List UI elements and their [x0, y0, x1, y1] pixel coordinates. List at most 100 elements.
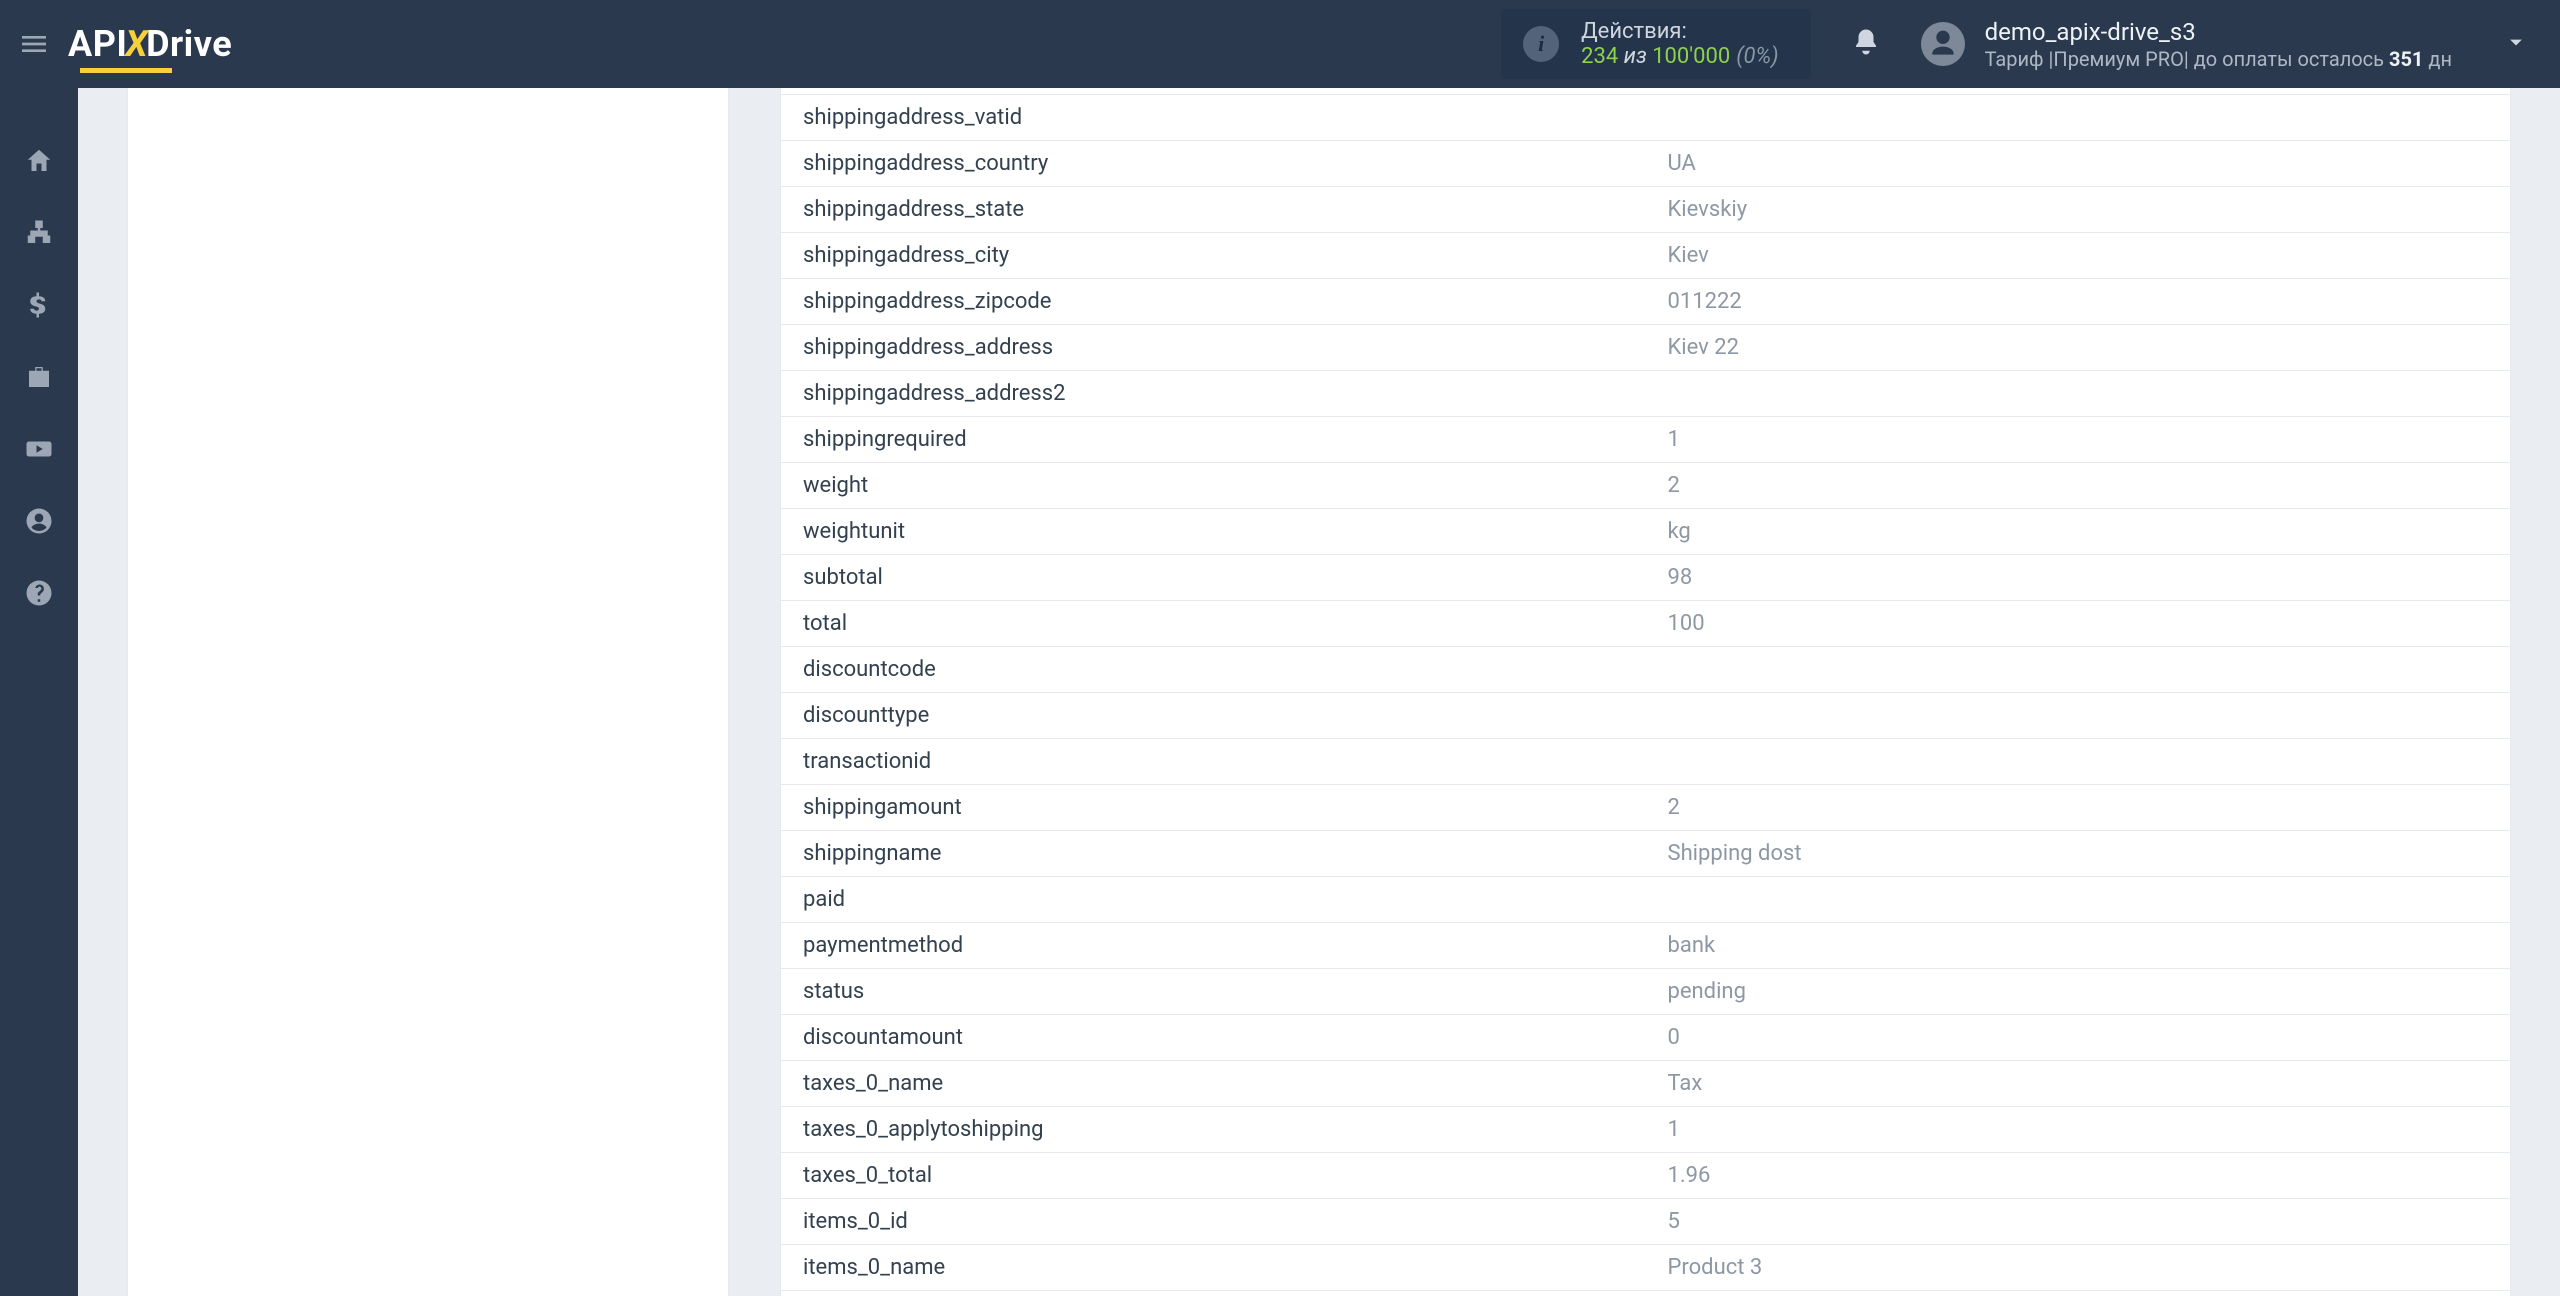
table-row: shippingaddress_countryUA [781, 141, 2510, 187]
field-key: shippingaddress_address2 [781, 371, 1646, 417]
logo-text-pre: API [68, 23, 127, 65]
usage-used: 234 [1581, 44, 1618, 69]
menu-toggle-button[interactable] [0, 0, 68, 88]
field-key: items_0_id [781, 1199, 1646, 1245]
usage-text: Действия: 234 из 100'000(0%) [1581, 19, 1778, 69]
sidebar-connections[interactable] [22, 216, 56, 250]
field-value: bank [1646, 923, 2511, 969]
field-value: kg [1646, 509, 2511, 555]
field-value: 5 [1646, 1199, 2511, 1245]
table-row: items_0_nameProduct 3 [781, 1245, 2510, 1291]
table-row: discountamount0 [781, 1015, 2510, 1061]
field-value: Shipping dost [1646, 831, 2511, 877]
field-value: Kievskiy [1646, 187, 2511, 233]
field-key: status [781, 969, 1646, 1015]
sidebar-home[interactable] [22, 144, 56, 178]
field-value [1646, 371, 2511, 417]
usage-widget[interactable]: i Действия: 234 из 100'000(0%) [1501, 9, 1810, 79]
user-menu-toggle[interactable] [2502, 28, 2530, 60]
table-row: shippingnameShipping dost [781, 831, 2510, 877]
table-row: taxes_0_nameTax [781, 1061, 2510, 1107]
field-key: discounttype [781, 693, 1646, 739]
field-key: shippingaddress_address [781, 325, 1646, 371]
field-key: taxes_0_applytoshipping [781, 1107, 1646, 1153]
table-row: paymentmethodbank [781, 923, 2510, 969]
table-row: items_0_urlproduct-3 [781, 1291, 2510, 1296]
logo-text-x: X [125, 23, 148, 65]
sitemap-icon [24, 218, 54, 248]
table-row: shippingamount2 [781, 785, 2510, 831]
field-key: shippingname [781, 831, 1646, 877]
usage-sep: из [1618, 44, 1652, 69]
table-row: transactionid [781, 739, 2510, 785]
field-value: UA [1646, 141, 2511, 187]
field-value: Kiev [1646, 233, 2511, 279]
user-circle-icon [24, 506, 54, 536]
top-header: APIXDrive i Действия: 234 из 100'000(0%)… [0, 0, 2560, 88]
sidebar-profile[interactable] [22, 504, 56, 538]
table-row: shippingrequired1 [781, 417, 2510, 463]
table-row: shippingaddress_cityKiev [781, 233, 2510, 279]
plan-line: Тариф |Премиум PRO| до оплаты осталось 3… [1985, 47, 2452, 72]
sidebar-video[interactable] [22, 432, 56, 466]
table-row: shippingaddress_stateKievskiy [781, 187, 2510, 233]
bell-icon [1851, 27, 1881, 57]
field-key: weightunit [781, 509, 1646, 555]
field-value: 1 [1646, 1107, 2511, 1153]
field-key: paymentmethod [781, 923, 1646, 969]
field-value: 1 [1646, 417, 2511, 463]
field-value: 011222 [1646, 279, 2511, 325]
dollar-icon [24, 290, 54, 320]
hamburger-icon [18, 28, 50, 60]
avatar[interactable] [1921, 22, 1965, 66]
field-value: 98 [1646, 555, 2511, 601]
home-icon [24, 146, 54, 176]
user-icon [1927, 28, 1959, 60]
table-row: shippingaddress_vatid [781, 95, 2510, 141]
field-key: shippingaddress_vatid [781, 95, 1646, 141]
field-key: discountamount [781, 1015, 1646, 1061]
field-key: discountcode [781, 647, 1646, 693]
usage-pct: (0%) [1736, 44, 1778, 69]
table-row: total100 [781, 601, 2510, 647]
data-panel: shippingaddress_companyidshippingaddress… [781, 88, 2510, 1296]
field-key: shippingaddress_state [781, 187, 1646, 233]
field-value: product-3 [1646, 1291, 2511, 1296]
chevron-down-icon [2502, 28, 2530, 56]
field-value: Kiev 22 [1646, 325, 2511, 371]
field-value: 0 [1646, 1015, 2511, 1061]
briefcase-icon [24, 362, 54, 392]
sidebar-briefcase[interactable] [22, 360, 56, 394]
table-row: subtotal98 [781, 555, 2510, 601]
field-key: taxes_0_total [781, 1153, 1646, 1199]
field-key: weight [781, 463, 1646, 509]
table-row: discountcode [781, 647, 2510, 693]
field-value: 2 [1646, 785, 2511, 831]
field-value [1646, 739, 2511, 785]
help-icon [24, 578, 54, 608]
fields-table: shippingaddress_companyidshippingaddress… [781, 88, 2510, 1296]
notifications-button[interactable] [1851, 27, 1881, 61]
field-value: Tax [1646, 1061, 2511, 1107]
left-panel [128, 88, 728, 1296]
field-key: shippingrequired [781, 417, 1646, 463]
field-key: items_0_name [781, 1245, 1646, 1291]
field-key: shippingaddress_country [781, 141, 1646, 187]
sidebar-help[interactable] [22, 576, 56, 610]
field-value: 1.96 [1646, 1153, 2511, 1199]
field-value: 100 [1646, 601, 2511, 647]
user-menu[interactable]: demo_apix-drive_s3 Тариф |Премиум PRO| д… [1985, 17, 2452, 72]
field-value: pending [1646, 969, 2511, 1015]
table-row: weightunitkg [781, 509, 2510, 555]
logo[interactable]: APIXDrive [68, 23, 232, 65]
sidebar-billing[interactable] [22, 288, 56, 322]
usage-label: Действия: [1581, 19, 1778, 44]
field-value: 2 [1646, 463, 2511, 509]
table-row: weight2 [781, 463, 2510, 509]
info-icon: i [1523, 26, 1559, 62]
field-key: subtotal [781, 555, 1646, 601]
table-row: shippingaddress_zipcode011222 [781, 279, 2510, 325]
table-row: paid [781, 877, 2510, 923]
table-row: statuspending [781, 969, 2510, 1015]
field-key: paid [781, 877, 1646, 923]
